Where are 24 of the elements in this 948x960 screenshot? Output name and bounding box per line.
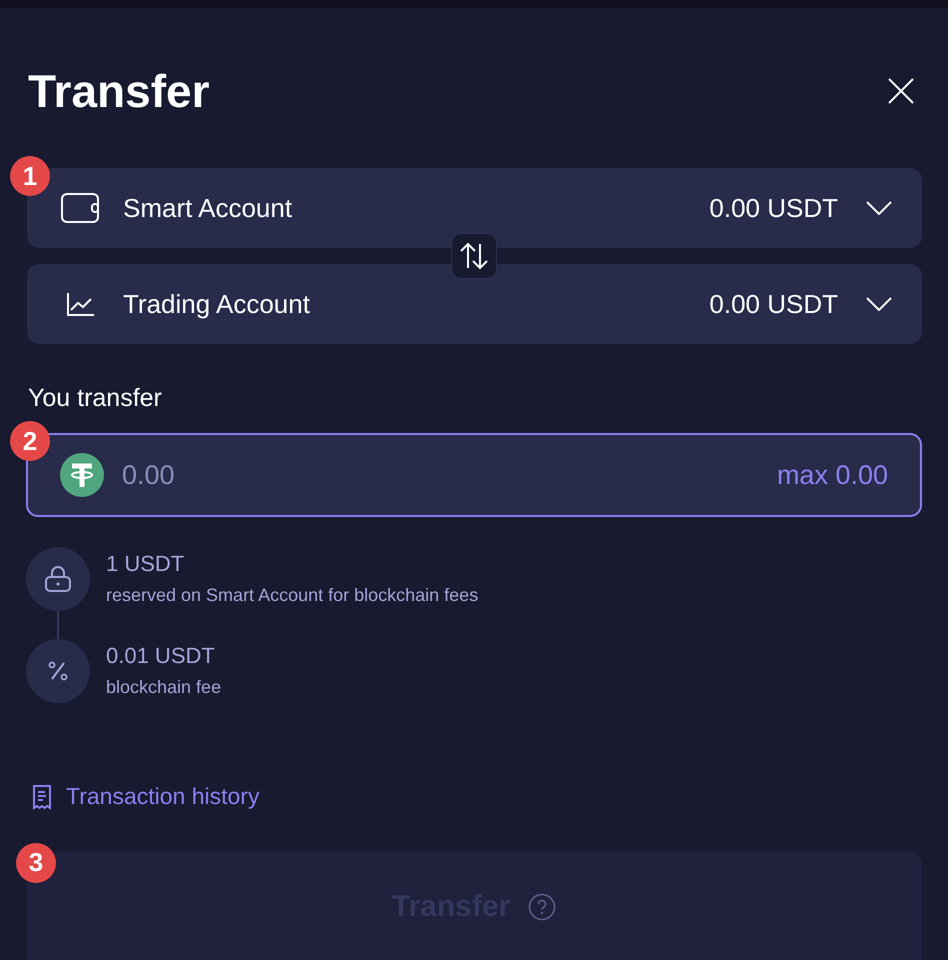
amount-label: You transfer (28, 384, 163, 413)
fee-amount: 1 USDT (106, 551, 186, 577)
step-marker: 2 (10, 421, 50, 461)
max-amount[interactable]: max 0.00 (776, 460, 888, 490)
step-marker: 3 (16, 842, 56, 882)
close-icon[interactable] (888, 78, 914, 104)
swap-button[interactable] (451, 233, 497, 279)
dialog-title: Transfer (28, 64, 210, 118)
coin-icon (60, 453, 104, 497)
account-name: Smart Account (123, 192, 294, 224)
account-name: Trading Account (123, 288, 311, 320)
wallet-icon (61, 193, 99, 223)
help-icon (528, 892, 556, 920)
step-marker: 1 (10, 156, 50, 196)
fee-amount: 0.01 USDT (106, 643, 216, 669)
swap-arrows-icon (458, 242, 490, 270)
chevron-down-icon (866, 201, 892, 215)
fee-description: blockchain fee (106, 677, 222, 698)
account-balance: 0.00 USDT (709, 288, 838, 320)
fee-description: reserved on Smart Account for blockchain fees (106, 585, 478, 606)
receipt-icon (32, 784, 52, 810)
account-balance: 0.00 USDT (709, 192, 838, 224)
account-selector[interactable]: Trading Account 0.00 USDT (27, 264, 922, 344)
chevron-down-icon (866, 297, 892, 311)
